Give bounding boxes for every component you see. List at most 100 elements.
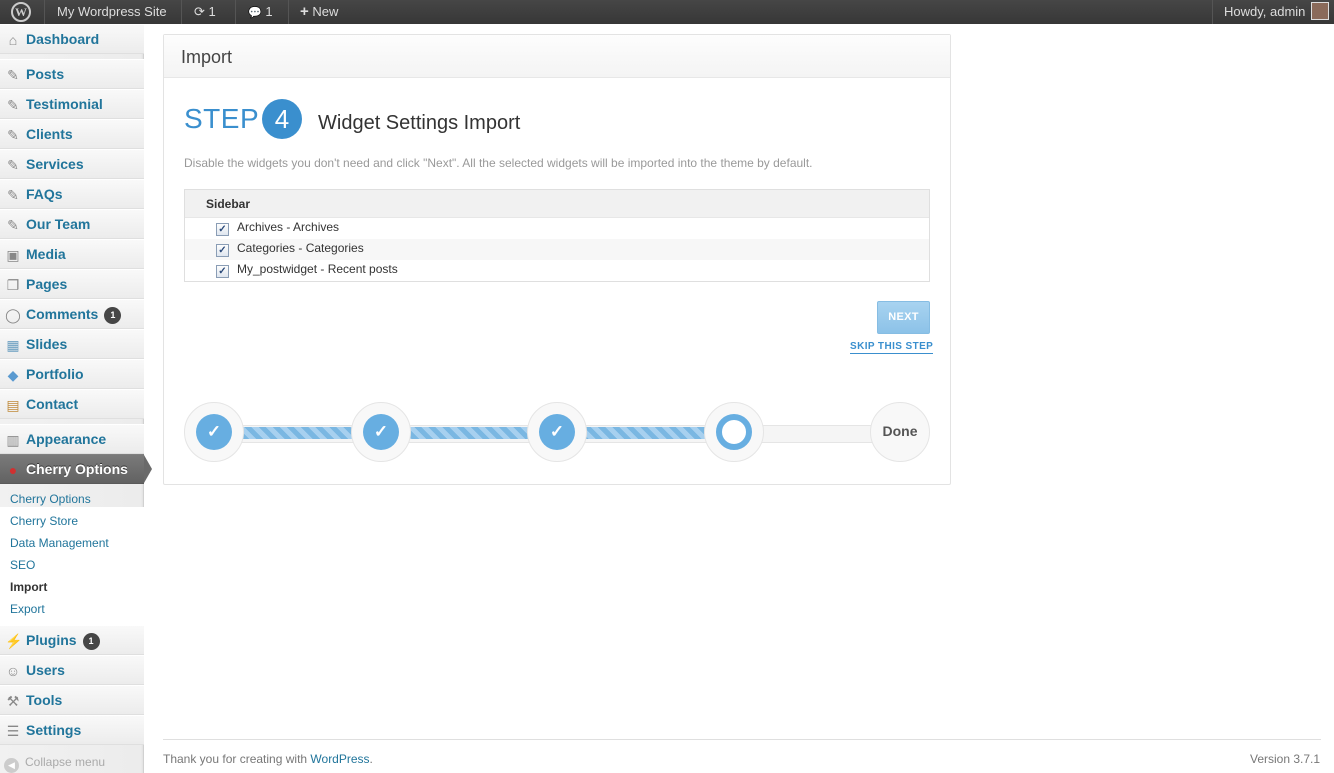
sidebar-item-label: Tools: [26, 692, 63, 708]
users-icon: ☺: [5, 663, 21, 679]
widget-group-title: Sidebar: [206, 197, 251, 211]
panel-header: Import: [164, 35, 950, 78]
sidebar-item-slides[interactable]: ▦ Slides: [0, 329, 144, 359]
list-item: ✓ My_postwidget - Recent posts: [185, 260, 929, 281]
submenu-item-data-management[interactable]: Data Management: [10, 536, 109, 550]
submenu-item-import[interactable]: Import: [10, 580, 47, 594]
done-label: Done: [882, 423, 918, 439]
portfolio-icon: ◆: [7, 367, 19, 383]
collapse-menu-button[interactable]: ◀ Collapse menu: [4, 755, 105, 773]
admin-bar-separator: [181, 0, 182, 24]
tools-icon: ⚒: [6, 693, 20, 709]
media-icon: ▣: [6, 247, 20, 263]
slides-icon: ▦: [6, 337, 20, 353]
skip-step-link[interactable]: SKIP THIS STEP: [850, 341, 934, 354]
comments-count: 1: [265, 4, 273, 19]
sidebar-item-label: Users: [26, 662, 65, 678]
sidebar-item-cherry-options[interactable]: ● Cherry Options: [0, 454, 152, 484]
sidebar-item-media[interactable]: ▣ Media: [0, 239, 144, 269]
submenu-item-cherry-store[interactable]: Cherry Store: [10, 514, 78, 528]
widget-checkbox[interactable]: ✓: [216, 223, 229, 236]
current-step-ring-icon: [716, 414, 752, 450]
sidebar-item-label: Services: [26, 156, 84, 172]
widget-label: Categories - Categories: [237, 241, 364, 255]
pin-icon: ✎: [7, 127, 19, 143]
howdy-account-link[interactable]: Howdy, admin: [1224, 0, 1305, 24]
submenu-item-cherry-options[interactable]: Cherry Options: [10, 492, 91, 506]
wordpress-logo-icon[interactable]: W: [11, 2, 31, 22]
updates-link[interactable]: ⟳ 1: [194, 0, 216, 24]
plus-icon: +: [300, 3, 309, 20]
settings-icon: ☰: [6, 723, 20, 739]
appearance-icon: ▥: [6, 432, 20, 448]
submenu-item-seo[interactable]: SEO: [10, 558, 35, 572]
sidebar-item-faqs[interactable]: ✎ FAQs: [0, 179, 144, 209]
widget-checkbox[interactable]: ✓: [216, 265, 229, 278]
admin-sidebar: ⌂ Dashboard ✎ Posts ✎ Testimonial ✎ Clie…: [0, 24, 152, 773]
sidebar-item-our-team[interactable]: ✎ Our Team: [0, 209, 144, 239]
cherry-icon: ●: [8, 462, 18, 478]
sidebar-item-label: Plugins 1: [26, 626, 100, 654]
new-label: New: [312, 4, 339, 19]
submenu-item-export[interactable]: Export: [10, 602, 45, 616]
progress-fill: [214, 427, 729, 439]
admin-bar-separator: [288, 0, 289, 24]
admin-bar-separator: [235, 0, 236, 24]
progress-step-2: ✓: [351, 402, 411, 462]
pin-icon: ✎: [7, 157, 19, 173]
collapse-arrow-icon: ◀: [4, 758, 19, 773]
check-icon: ✓: [196, 414, 232, 450]
sidebar-item-tools[interactable]: ⚒ Tools: [0, 685, 144, 715]
widget-list: Sidebar ✓ Archives - Archives ✓ Categori…: [184, 189, 930, 282]
sidebar-item-dashboard[interactable]: ⌂ Dashboard: [0, 24, 144, 54]
plugins-count-badge: 1: [82, 633, 100, 650]
collapse-menu-label: Collapse menu: [25, 755, 106, 769]
sidebar-item-appearance[interactable]: ▥ Appearance: [0, 424, 144, 454]
sidebar-item-contact[interactable]: ▤ Contact: [0, 389, 144, 419]
footer-credit: Thank you for creating with WordPress.: [163, 752, 373, 766]
step-title: Widget Settings Import: [318, 112, 521, 134]
pin-icon: ✎: [7, 67, 19, 83]
sidebar-item-testimonial[interactable]: ✎ Testimonial: [0, 89, 144, 119]
wordpress-link[interactable]: WordPress: [310, 752, 369, 766]
widget-label: Archives - Archives: [237, 220, 340, 234]
sidebar-item-label: Comments 1: [26, 300, 122, 328]
sidebar-item-services[interactable]: ✎ Services: [0, 149, 144, 179]
widget-checkbox[interactable]: ✓: [216, 244, 229, 257]
admin-bar: W My Wordpress Site ⟳ 1 💬 1 + New Howdy,…: [0, 0, 1334, 24]
check-icon: ✓: [539, 414, 575, 450]
comments-count-badge: 1: [104, 307, 122, 324]
progress-step-3: ✓: [527, 402, 587, 462]
sidebar-item-pages[interactable]: ❐ Pages: [0, 269, 144, 299]
pin-icon: ✎: [7, 187, 19, 203]
next-button[interactable]: NEXT: [877, 301, 930, 334]
sidebar-item-portfolio[interactable]: ◆ Portfolio: [0, 359, 144, 389]
plugin-icon: ⚡: [5, 633, 23, 649]
sidebar-item-settings[interactable]: ☰ Settings: [0, 715, 144, 745]
page-title: Import: [181, 47, 233, 67]
sidebar-item-label: Dashboard: [26, 31, 100, 47]
sidebar-item-users[interactable]: ☺ Users: [0, 655, 144, 685]
dashboard-icon: ⌂: [8, 32, 18, 48]
list-item: ✓ Categories - Categories: [185, 239, 929, 260]
comments-link[interactable]: 💬 1: [248, 0, 273, 24]
sidebar-item-label: FAQs: [26, 186, 63, 202]
new-content-link[interactable]: + New: [300, 0, 338, 24]
pin-icon: ✎: [7, 97, 19, 113]
site-name-link[interactable]: My Wordpress Site: [57, 0, 167, 24]
sidebar-item-label: Appearance: [26, 431, 107, 447]
step-description: Disable the widgets you don't need and c…: [184, 156, 813, 170]
refresh-icon: ⟳: [194, 4, 205, 19]
sidebar-item-comments[interactable]: ◯ Comments 1: [0, 299, 144, 329]
avatar[interactable]: [1311, 2, 1329, 20]
sidebar-item-posts[interactable]: ✎ Posts: [0, 59, 144, 89]
step-number-badge: 4: [262, 99, 302, 139]
sidebar-item-plugins[interactable]: ⚡ Plugins 1: [0, 625, 144, 655]
sidebar-item-label: Slides: [26, 336, 68, 352]
sidebar-item-label: Media: [26, 246, 66, 262]
list-item: ✓ Archives - Archives: [185, 218, 929, 239]
footer-divider: [163, 739, 1321, 740]
sidebar-item-label: Testimonial: [26, 96, 103, 112]
sidebar-item-clients[interactable]: ✎ Clients: [0, 119, 144, 149]
comment-bubble-icon: 💬: [248, 7, 262, 19]
